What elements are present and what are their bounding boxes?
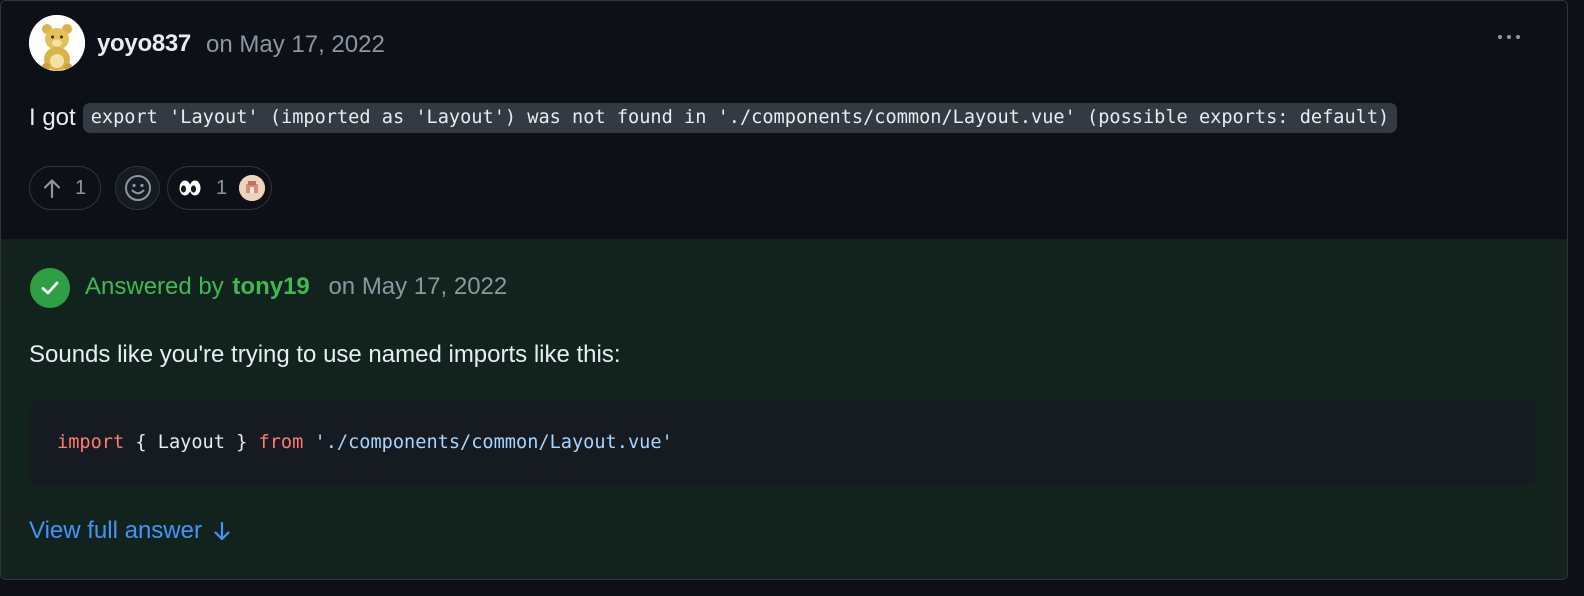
eyes-emoji-icon (179, 180, 201, 196)
post-text: I got (29, 104, 76, 131)
inline-code: export 'Layout' (imported as 'Layout') w… (82, 103, 1398, 133)
bear-avatar-icon (29, 15, 85, 71)
answer-text: Sounds like you're trying to use named i… (29, 341, 621, 368)
upvote-count: 1 (75, 176, 87, 199)
author-name-link[interactable]: yoyo837 (97, 30, 191, 58)
eyes-reaction-button[interactable]: 1 (167, 166, 272, 210)
more-options-button[interactable] (1491, 23, 1527, 51)
answerer-name-link[interactable]: tony19 (232, 273, 309, 300)
code-braces: { Layout } (124, 431, 259, 453)
smiley-icon (124, 175, 151, 201)
upvote-button[interactable]: 1 (29, 166, 101, 210)
answered-by-line: Answered by tony19 on May 17, 2022 (85, 273, 507, 301)
kebab-dot (1507, 35, 1511, 39)
view-full-answer-label: View full answer (29, 517, 202, 544)
post-date[interactable]: on May 17, 2022 (206, 31, 385, 59)
checkmark-icon (41, 281, 59, 295)
code-keyword-from: from (258, 431, 304, 453)
post-body: I got export 'Layout' (imported as 'Layo… (29, 103, 1398, 133)
answer-section: Answered by tony19 on May 17, 2022 Sound… (1, 239, 1567, 579)
answer-date[interactable]: on May 17, 2022 (328, 273, 507, 300)
add-reaction-button[interactable] (115, 166, 160, 210)
kebab-dot (1516, 35, 1520, 39)
code-block: import { Layout } from './components/com… (29, 400, 1537, 484)
discussion-post: yoyo837 on May 17, 2022 I got export 'La… (1, 1, 1567, 239)
reaction-count: 1 (216, 176, 228, 199)
code-keyword-import: import (57, 431, 125, 453)
arrow-up-icon (43, 179, 61, 199)
arrow-down-icon (212, 520, 232, 542)
code-string-path: './components/common/Layout.vue' (314, 431, 673, 453)
answered-by-label: Answered by (85, 273, 224, 300)
reactor-avatar-icon (239, 175, 266, 201)
kebab-dot (1498, 35, 1502, 39)
view-full-answer-link[interactable]: View full answer (29, 517, 232, 545)
check-circle-icon (30, 268, 70, 308)
discussion-card: yoyo837 on May 17, 2022 I got export 'La… (0, 0, 1568, 580)
author-avatar[interactable] (29, 15, 85, 71)
reactor-avatar (239, 175, 266, 201)
